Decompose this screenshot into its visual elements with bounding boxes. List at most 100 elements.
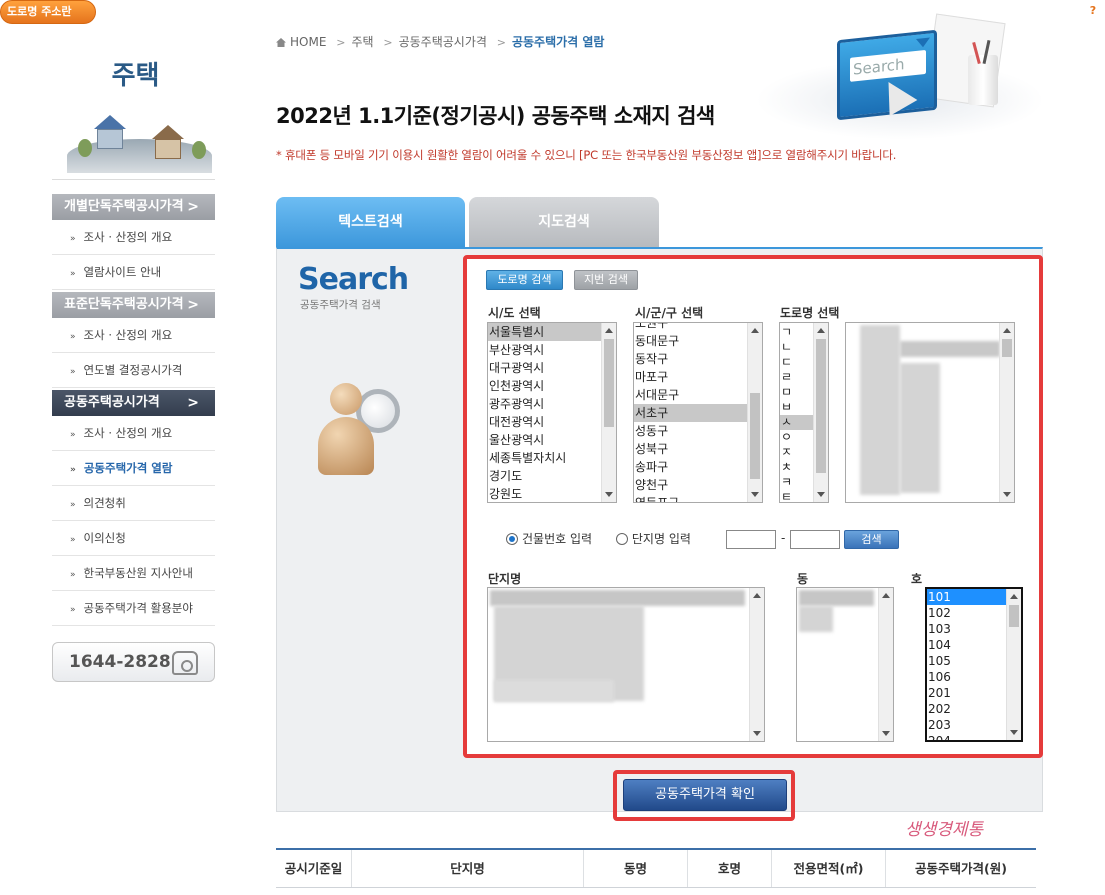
telephone-icon (172, 651, 198, 675)
menu-item-apt-hearing[interactable]: » 의견청취 (52, 486, 215, 521)
main-number-input[interactable] (726, 530, 776, 549)
menu-item-individual-sites[interactable]: » 열람사이트 안내 (52, 255, 215, 290)
list-item[interactable]: 세종특별자치시 (488, 449, 616, 467)
breadcrumb-apt-price[interactable]: 공동주택공시가격 (399, 35, 487, 49)
menu-item-apt-overview[interactable]: » 조사 · 산정의 개요 (52, 416, 215, 451)
scrollbar[interactable] (749, 588, 764, 741)
list-item[interactable]: 서초구 (634, 404, 762, 422)
scrollbar[interactable] (999, 323, 1014, 502)
menu-item-apt-view[interactable]: » 공동주택가격 열람 (52, 451, 215, 486)
col-ho: 호명 (688, 850, 772, 887)
phone-number: 1644-2828 (69, 652, 171, 672)
chevron-right-icon: > (187, 199, 199, 215)
scrollbar[interactable] (601, 323, 616, 502)
road-name-select[interactable] (845, 322, 1015, 503)
col-area: 전용면적(㎡) (772, 850, 886, 887)
radio-complex-name[interactable]: 단지명 입력 (615, 532, 691, 546)
menu-item-standard-yearly[interactable]: » 연도별 결정공시가격 (52, 353, 215, 388)
breadcrumb-home[interactable]: HOME (290, 35, 326, 49)
header-illustration: Search (755, 0, 1045, 145)
houses-illustration (52, 97, 215, 177)
menu-individual-house[interactable]: 개별단독주택공시가격 > (52, 194, 215, 220)
dong-select[interactable] (796, 587, 894, 742)
radio-unchecked-icon (615, 533, 628, 545)
confirm-price-button[interactable]: 공동주택가격 확인 (623, 779, 787, 811)
result-table-header: 공시기준일 단지명 동명 호명 전용면적(㎡) 공동주택가격(원) (276, 848, 1036, 888)
list-item[interactable]: 성동구 (634, 422, 762, 440)
sido-label: 시/도 선택 (488, 306, 541, 320)
chevron-right-icon: > (187, 297, 199, 313)
road-label: 도로명 선택 (780, 306, 840, 320)
col-complex: 단지명 (352, 850, 584, 887)
sido-select[interactable]: 서울특별시 부산광역시 대구광역시 인천광역시 광주광역시 대전광역시 울산광역… (487, 322, 617, 503)
person-magnifier-icon (318, 383, 400, 478)
question-icon: ? (1085, 3, 1101, 19)
scrollbar[interactable] (813, 323, 828, 502)
breadcrumb-housing[interactable]: 주택 (351, 35, 373, 49)
input-mode-radios: 건물번호 입력 단지명 입력 (506, 530, 691, 547)
scrollbar[interactable] (1006, 589, 1021, 740)
mobile-notice: * 휴대폰 등 모바일 기기 이용시 원활한 열람이 어려울 수 있으니 [PC… (276, 148, 897, 162)
menu-item-individual-overview[interactable]: » 조사 · 산정의 개요 (52, 220, 215, 255)
col-base-date: 공시기준일 (276, 850, 352, 887)
list-item[interactable]: 영등포구 (634, 494, 762, 502)
menu-apartment-price[interactable]: 공동주택공시가격 > (52, 390, 215, 416)
tab-map-search[interactable]: 지도검색 (469, 197, 659, 248)
breadcrumb: HOME > 주택 > 공동주택공시가격 > 공동주택가격 열람 (276, 33, 604, 50)
sgg-label: 시/군/구 선택 (635, 306, 704, 320)
radio-building-number[interactable]: 건물번호 입력 (506, 532, 592, 546)
road-address-help-button[interactable]: 도로명 주소란? (0, 0, 1101, 24)
number-search-button[interactable]: 검색 (844, 530, 899, 549)
scrollbar[interactable] (747, 323, 762, 502)
list-item[interactable]: 마포구 (634, 368, 762, 386)
radio-checked-icon (506, 533, 518, 545)
sidebar-title: 주택 (111, 61, 160, 91)
sub-number-input[interactable] (790, 530, 840, 549)
complex-select[interactable] (487, 587, 765, 742)
col-price: 공동주택가격(원) (915, 861, 1007, 876)
list-item[interactable]: 울산광역시 (488, 431, 616, 449)
list-item[interactable]: 송파구 (634, 458, 762, 476)
col-dong: 동명 (584, 850, 688, 887)
sidebar: 주택 개별단독주택공시가격 > » 조사 · 산정의 개요 » 열람사이트 안내 표준… (52, 55, 215, 682)
search-logo: Search (298, 262, 409, 297)
list-item[interactable]: 부산광역시 (488, 341, 616, 359)
ho-label: 호 (911, 572, 923, 586)
list-item[interactable]: 서울특별시 (488, 323, 616, 341)
tab-text-search[interactable]: 텍스트검색 (276, 197, 465, 248)
breadcrumb-current: 공동주택가격 열람 (511, 35, 605, 49)
list-item[interactable]: 노원구 (634, 323, 762, 332)
menu-standard-house[interactable]: 표준단독주택공시가격 > (52, 292, 215, 318)
home-icon (276, 38, 286, 47)
list-item[interactable]: 경기도 (488, 467, 616, 485)
list-item[interactable]: 서대문구 (634, 386, 762, 404)
search-logo-sub: 공동주택가격 검색 (300, 299, 381, 311)
list-item[interactable]: 성북구 (634, 440, 762, 458)
page-title: 2022년 1.1기준(정기공시) 공동주택 소재지 검색 (276, 104, 715, 128)
list-item[interactable]: 인천광역시 (488, 377, 616, 395)
lot-search-button[interactable]: 지번 검색 (574, 270, 638, 290)
list-item[interactable]: 대전광역시 (488, 413, 616, 431)
road-initial-select[interactable]: ㄱ ㄴ ㄷ ㄹ ㅁ ㅂ ㅅ ㅇ ㅈ ㅊ ㅋ ㅌ (779, 322, 829, 503)
menu-item-apt-objection[interactable]: » 이의신청 (52, 521, 215, 556)
sgg-select[interactable]: 노원구 동대문구 동작구 마포구 서대문구 서초구 성동구 성북구 송파구 양천… (633, 322, 763, 503)
complex-label: 단지명 (488, 572, 522, 586)
menu-item-apt-usage[interactable]: » 공동주택가격 활용분야 (52, 591, 215, 626)
ho-select[interactable]: 101 102 103 104 105 106 201 202 203 204 (925, 587, 1023, 742)
list-item[interactable]: 동작구 (634, 350, 762, 368)
road-search-button[interactable]: 도로명 검색 (486, 270, 563, 290)
list-item[interactable]: 동대문구 (634, 332, 762, 350)
menu-item-apt-branches[interactable]: » 한국부동산원 지사안내 (52, 556, 215, 591)
number-dash: - (781, 531, 786, 545)
menu-item-standard-overview[interactable]: » 조사 · 산정의 개요 (52, 318, 215, 353)
scrollbar[interactable] (878, 588, 893, 741)
list-item[interactable]: 강원도 (488, 485, 616, 502)
hero-search-text: Search (850, 49, 926, 82)
dong-label: 동 (797, 572, 809, 586)
list-item[interactable]: 대구광역시 (488, 359, 616, 377)
phone-box: 1644-2828 (52, 642, 215, 682)
chevron-right-icon: > (187, 395, 199, 411)
list-item[interactable]: 양천구 (634, 476, 762, 494)
watermark: 생생경제통 (905, 820, 984, 840)
list-item[interactable]: 광주광역시 (488, 395, 616, 413)
